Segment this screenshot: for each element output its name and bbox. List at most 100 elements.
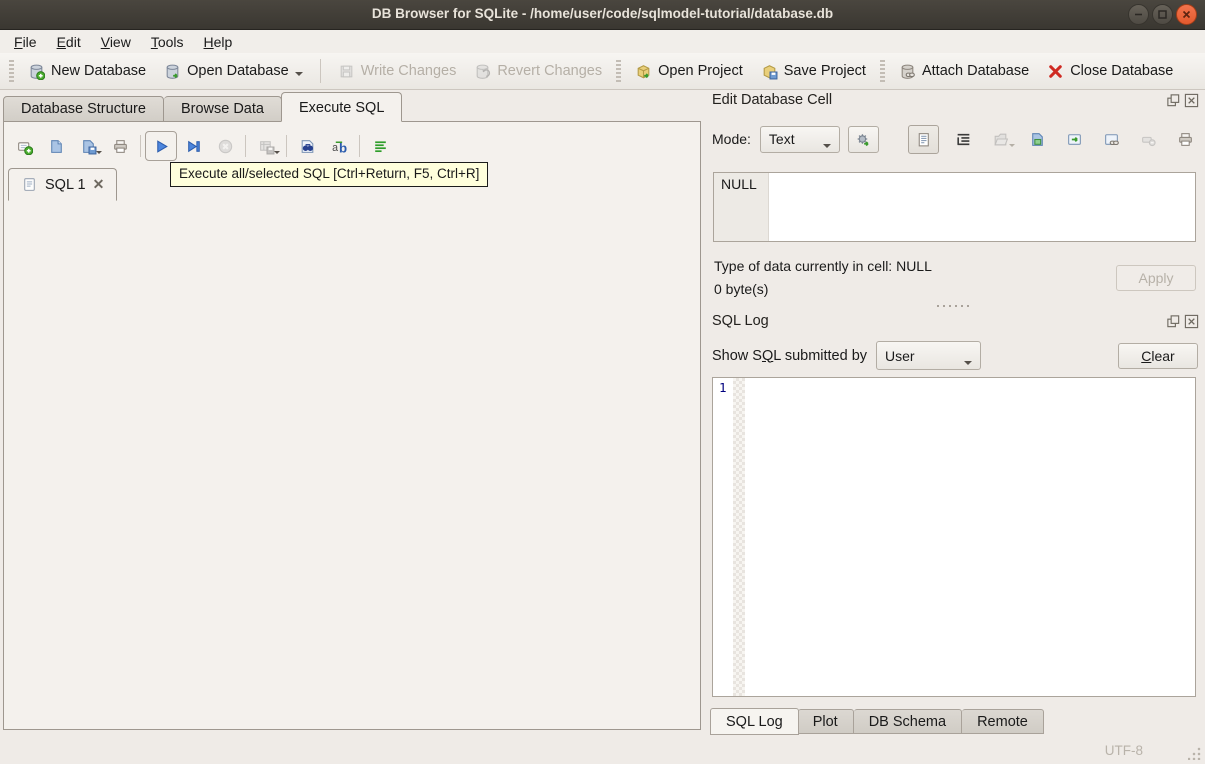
submitted-by-value: User [885,347,915,364]
apply-button: Apply [1116,265,1196,291]
chevron-down-icon [1009,144,1015,147]
print-cell-button[interactable] [1172,126,1198,152]
save-file-button[interactable] [1024,126,1050,152]
execute-icon [153,138,170,155]
auto-switch-mode-button[interactable] [847,125,879,153]
edit-cell-title: Edit Database Cell [712,92,833,108]
project-save-icon [761,63,778,80]
cell-type-info: Type of data currently in cell: NULL [714,258,932,274]
sql-editor-tab[interactable]: SQL 1 ✕ [8,168,118,201]
sql-save-icon [80,138,97,155]
toolbar-drag-handle[interactable] [9,60,14,82]
minimize-window-button[interactable] [1128,4,1149,25]
close-tab-icon[interactable]: ✕ [93,176,105,193]
float-panel-icon[interactable] [1166,314,1181,329]
cell-size-info: 0 byte(s) [714,281,769,297]
open-sql-file-button[interactable] [40,131,72,161]
find-icon [299,138,316,155]
close-window-button[interactable] [1176,4,1197,25]
mode-label: Mode: [712,131,751,147]
dock-tab-plot[interactable]: Plot [797,709,854,734]
tab-browse-data[interactable]: Browse Data [163,96,282,122]
execute-current-line-button[interactable] [177,131,209,161]
toolbar-drag-handle[interactable] [616,60,622,82]
link-icon [1103,131,1120,148]
export-doc-icon [1066,131,1083,148]
maximize-window-button[interactable] [1152,4,1173,25]
text-mode-button[interactable] [908,124,939,154]
tab-execute-sql[interactable]: Execute SQL [280,92,403,122]
write-changes-button: Write Changes [329,58,466,85]
dock-tab-sql-log[interactable]: SQL Log [710,708,799,735]
db-new-icon [28,63,46,80]
submitted-by-select[interactable]: User [876,341,982,370]
db-close-icon [1047,63,1064,80]
log-line-number: 1 [719,380,727,395]
save-project-button[interactable]: Save Project [752,58,875,85]
float-panel-icon[interactable] [1166,93,1181,108]
chevron-down-icon [274,151,280,154]
clear-log-button[interactable]: Clear [1118,342,1198,369]
mode-select[interactable]: Text [759,125,840,153]
save-sql-file-button[interactable] [72,131,104,161]
sql-editor-tab-bar: SQL 1 ✕ [8,168,118,201]
chevron-down-icon[interactable] [294,71,303,76]
mode-value: Text [768,131,795,147]
set-null-button [1135,126,1161,152]
cell-editor[interactable]: NULL [713,172,1196,242]
dock-tab-db-schema[interactable]: DB Schema [853,709,963,734]
print-button[interactable] [104,131,136,161]
execute-line-icon [185,138,202,155]
toolbar-drag-handle[interactable] [879,60,885,82]
resize-grip[interactable] [1188,747,1201,760]
log-checker-strip [733,378,745,696]
copy-link-button[interactable] [1098,126,1124,152]
new-database-button[interactable]: New Database [19,58,155,85]
export-data-button[interactable] [1061,126,1087,152]
menubar: File Edit View Tools Help [0,30,1205,53]
set-null-icon [1140,131,1157,148]
find-replace-button[interactable] [291,131,323,161]
menu-file[interactable]: File [4,32,47,52]
file-open-sm-icon [992,131,1009,148]
open-project-button[interactable]: Open Project [626,58,752,85]
main-tab-bar: Database Structure Browse Data Execute SQL [3,92,403,122]
word-wrap-button[interactable] [950,126,976,152]
sql-document-icon [21,176,38,193]
revert-changes-icon [474,63,491,80]
menu-view[interactable]: View [91,32,141,52]
toolbar-separator [319,59,321,83]
menu-tools[interactable]: Tools [141,32,194,52]
save-results-icon [258,138,275,155]
file-save-sm-icon [1029,131,1046,148]
auto-completion-button[interactable]: ab [323,131,355,161]
execute-sql-pane [3,121,701,730]
titlebar: DB Browser for SQLite - /home/user/code/… [0,0,1205,30]
menu-help[interactable]: Help [194,32,243,52]
encoding-indicator: UTF-8 [1104,743,1143,758]
window-title: DB Browser for SQLite - /home/user/code/… [371,6,834,21]
tab-new-icon [16,138,33,155]
dock-tab-remote[interactable]: Remote [962,709,1044,734]
open-database-button[interactable]: Open Database [155,58,312,85]
menu-edit[interactable]: Edit [47,32,91,52]
word-wrap-icon [955,131,972,148]
format-sql-button[interactable] [364,131,396,161]
close-panel-icon[interactable] [1184,314,1199,329]
edit-cell-mode-row: Mode: Text [712,124,1198,154]
toolbar-separator [359,135,360,157]
close-database-button[interactable]: Close Database [1038,58,1182,85]
sql-log-view[interactable]: 1 [712,377,1196,697]
revert-changes-button: Revert Changes [465,58,611,85]
window-controls [1128,4,1197,25]
gear-apply-icon [855,131,872,148]
svg-text:a: a [332,141,338,153]
print-icon [1177,131,1194,148]
dock-splitter[interactable] [712,303,1196,309]
attach-database-button[interactable]: Attach Database [890,58,1038,85]
tab-database-structure[interactable]: Database Structure [3,96,164,122]
new-tab-button[interactable] [8,131,40,161]
close-panel-icon[interactable] [1184,93,1199,108]
execute-all-button[interactable] [145,131,177,161]
sql-editor-tab-label: SQL 1 [45,176,86,193]
